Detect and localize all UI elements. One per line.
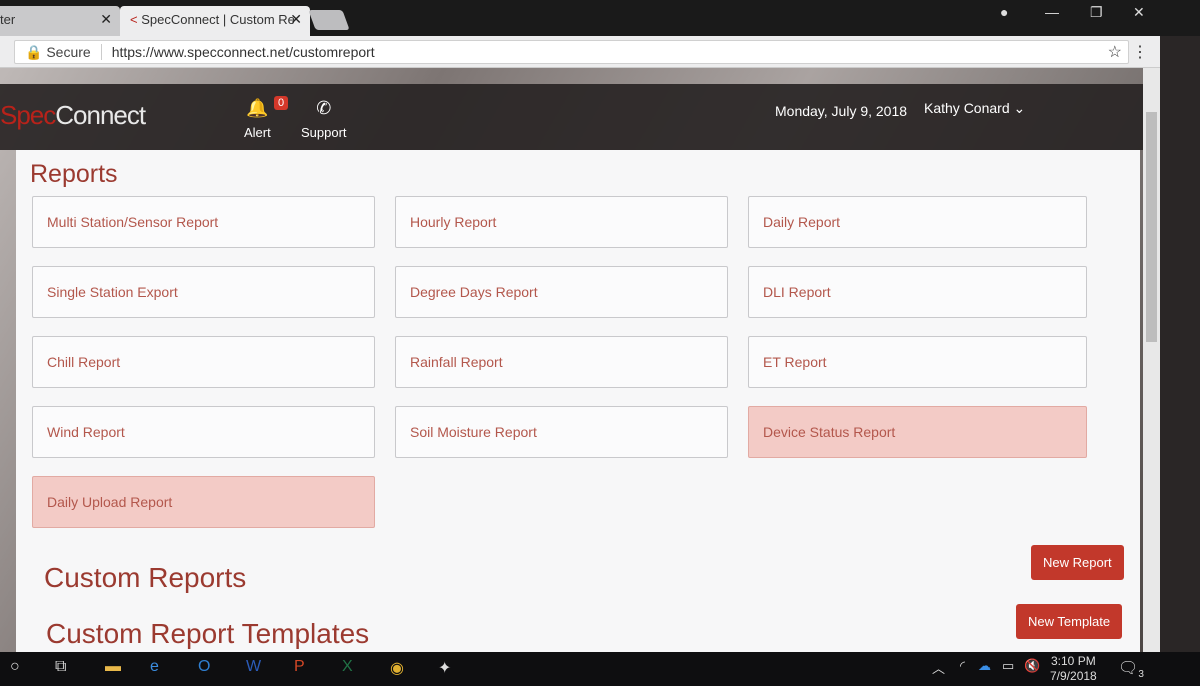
support-label: Support <box>301 125 347 140</box>
logo-spec: Spec <box>0 100 56 130</box>
report-card[interactable]: Rainfall Report <box>395 336 728 388</box>
secure-indicator[interactable]: 🔒 Secure <box>25 44 102 60</box>
tab-title: SpecConnect | Custom Re <box>141 12 295 27</box>
new-template-button[interactable]: New Template <box>1016 604 1123 639</box>
show-hidden-icons[interactable]: ︿ <box>932 658 945 677</box>
report-card[interactable]: Multi Station/Sensor Report <box>32 196 375 248</box>
task-view-icon[interactable]: ⧉ <box>55 658 66 676</box>
profile-icon[interactable]: ● <box>1000 4 1008 20</box>
scrollbar[interactable] <box>1143 68 1160 652</box>
menu-icon[interactable]: ⋮ <box>1132 42 1148 62</box>
url-text: https://www.specconnect.net/customreport <box>111 44 375 60</box>
report-card[interactable]: Wind Report <box>32 406 375 458</box>
custom-templates-heading: Custom Report Templates <box>46 618 370 649</box>
new-report-button[interactable]: New Report <box>1031 545 1124 580</box>
user-menu[interactable]: Kathy Conard ⌄ <box>924 100 1025 117</box>
user-name: Kathy Conard <box>924 100 1010 116</box>
cortana-icon[interactable]: ○ <box>10 658 20 676</box>
clock-date: 7/9/2018 <box>1050 669 1097 683</box>
phone-icon: ✆ <box>316 98 332 118</box>
chevron-down-icon: ⌄ <box>1013 100 1026 116</box>
report-card[interactable]: Soil Moisture Report <box>395 406 728 458</box>
browser-tab[interactable]: ter ✕ <box>0 6 120 36</box>
page: SpecConnect 🔔 0 Alert ✆ Support Monday, Jul… <box>0 68 1143 652</box>
restore-icon[interactable]: ❐ <box>1090 4 1103 21</box>
report-card[interactable]: Daily Upload Report <box>32 476 375 528</box>
volume-muted-icon[interactable]: 🔇 <box>1024 658 1040 674</box>
browser-tab-active[interactable]: < SpecConnect | Custom Re ✕ <box>120 6 310 36</box>
specconnect-favicon-icon: < <box>130 12 138 27</box>
content-panel: Reports Multi Station/Sensor Report Hourl… <box>16 150 1140 652</box>
site-header: SpecConnect 🔔 0 Alert ✆ Support Monday, Jul… <box>0 84 1143 150</box>
app-icon[interactable]: ✦ <box>438 658 451 678</box>
alert-button[interactable]: 🔔 0 Alert <box>244 96 289 140</box>
report-card[interactable]: ET Report <box>748 336 1087 388</box>
alert-count-badge: 0 <box>274 96 289 110</box>
alert-label: Alert <box>244 125 271 140</box>
report-card[interactable]: DLI Report <box>748 266 1087 318</box>
notification-count: 3 <box>1138 669 1144 681</box>
report-card[interactable]: Hourly Report <box>395 196 728 248</box>
edge-icon[interactable]: e <box>150 658 159 676</box>
report-card[interactable]: Daily Report <box>748 196 1087 248</box>
clock-time: 3:10 PM <box>1051 654 1096 668</box>
excel-icon[interactable]: X <box>342 658 353 676</box>
bell-icon: 🔔 <box>246 98 269 118</box>
custom-reports-heading: Custom Reports <box>44 562 247 593</box>
browser-tab-bar: ter ✕ < SpecConnect | Custom Re ✕ ● — ❐ ✕ <box>0 0 1200 36</box>
logo[interactable]: SpecConnect <box>0 100 146 131</box>
reports-heading: Reports <box>30 160 118 188</box>
current-date: Monday, July 9, 2018 <box>775 103 908 119</box>
scrollbar-thumb[interactable] <box>1146 112 1157 342</box>
close-tab-icon[interactable]: ✕ <box>100 11 112 28</box>
close-window-icon[interactable]: ✕ <box>1133 4 1145 21</box>
support-button[interactable]: ✆ Support <box>301 98 347 140</box>
tab-title: ter <box>0 12 16 27</box>
address-bar: 🔒 Secure https://www.specconnect.net/cust… <box>0 36 1160 68</box>
powerpoint-icon[interactable]: P <box>294 658 305 676</box>
report-card[interactable]: Degree Days Report <box>395 266 728 318</box>
minimize-icon[interactable]: — <box>1045 4 1059 20</box>
logo-connect: Connect <box>55 100 146 130</box>
new-tab-button[interactable] <box>308 10 350 30</box>
clock[interactable]: 3:10 PM 7/9/2018 <box>1050 654 1097 684</box>
outlook-icon[interactable]: O <box>198 658 210 676</box>
chrome-icon[interactable]: ◉ <box>390 658 404 678</box>
onedrive-icon[interactable]: ☁ <box>978 658 991 674</box>
report-card[interactable]: Single Station Export <box>32 266 375 318</box>
taskbar: ○ ⧉ ▬ e O W P X ◉ ✦ ︿ ◜ ☁ ▭ 🔇 3:10 PM 7/9… <box>0 652 1200 686</box>
url-input[interactable]: 🔒 Secure https://www.specconnect.net/cust… <box>14 40 1129 64</box>
bookmark-star-icon[interactable]: ☆ <box>1108 42 1122 62</box>
wifi-icon[interactable]: ◜ <box>960 658 965 674</box>
file-explorer-icon[interactable]: ▬ <box>105 658 121 676</box>
secure-label: Secure <box>46 44 91 60</box>
word-icon[interactable]: W <box>246 658 261 676</box>
close-tab-icon[interactable]: ✕ <box>290 11 302 28</box>
report-card[interactable]: Chill Report <box>32 336 375 388</box>
report-card[interactable]: Device Status Report <box>748 406 1087 458</box>
action-center-icon[interactable]: 🗨3 <box>1118 658 1144 680</box>
battery-icon[interactable]: ▭ <box>1002 658 1014 674</box>
